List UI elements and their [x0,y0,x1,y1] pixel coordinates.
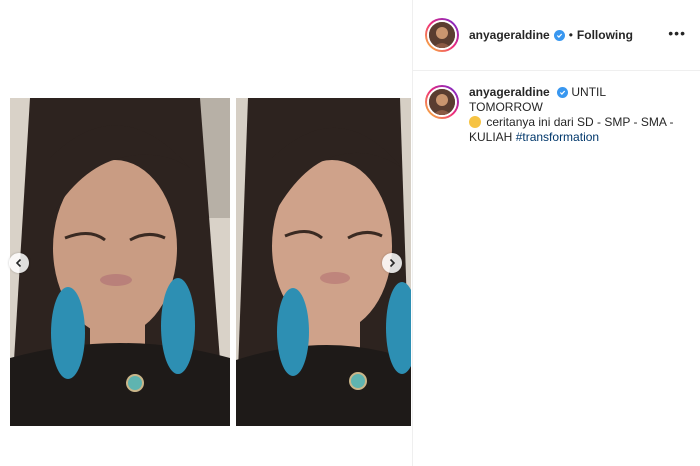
photo-collage-image [10,98,411,426]
post-username[interactable]: anyageraldine [469,28,550,42]
carousel-next-button[interactable] [382,253,402,273]
more-options-icon[interactable]: ••• [668,26,686,40]
left-portrait [10,98,230,426]
following-button[interactable]: Following [577,28,633,42]
verified-badge-icon [553,29,565,41]
hashtag-link[interactable]: #transformation [516,130,599,144]
avatar[interactable] [425,18,459,52]
carousel-prev-button[interactable] [9,253,29,273]
post-sidebar: anyageraldine • Following ••• anyagerald… [412,0,700,466]
post-media-pane [0,0,412,466]
avatar-image [429,89,455,115]
chevron-right-icon [389,258,396,268]
post-photo[interactable] [10,98,411,426]
caption-row: anyageraldine UNTIL TOMORROW ceritanya i… [413,71,700,145]
caption-avatar[interactable] [425,85,459,119]
avatar-image [429,22,455,48]
caption-text: anyageraldine UNTIL TOMORROW ceritanya i… [469,85,679,145]
chevron-left-icon [15,258,22,268]
caption-username[interactable]: anyageraldine [469,85,550,99]
separator-dot: • [568,28,573,42]
crying-laughing-emoji-icon [469,116,481,128]
verified-badge-icon [557,87,569,98]
post-header: anyageraldine • Following ••• [413,0,700,71]
